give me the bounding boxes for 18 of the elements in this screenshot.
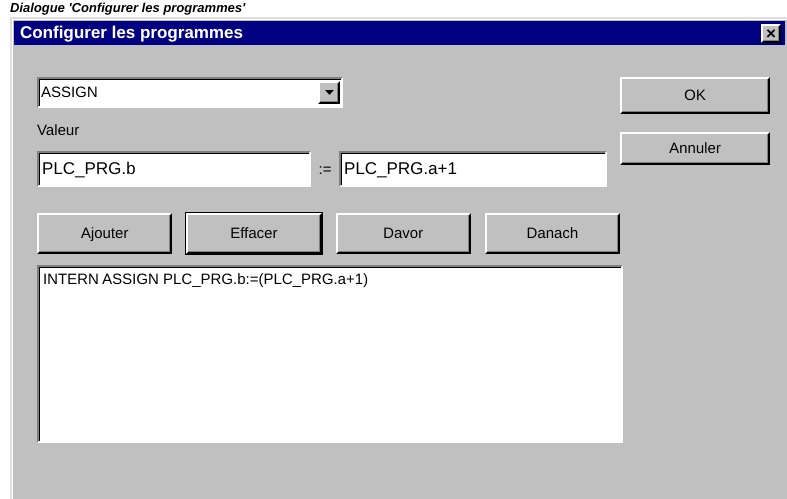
delete-button[interactable]: Effacer	[186, 213, 322, 254]
list-item[interactable]: INTERN ASSIGN PLC_PRG.b:=(PLC_PRG.a+1)	[43, 271, 368, 288]
program-dropdown[interactable]: ASSIGN	[37, 77, 343, 108]
after-button[interactable]: Danach	[484, 213, 620, 254]
before-button[interactable]: Davor	[336, 213, 471, 254]
figure-caption: Dialogue 'Configurer les programmes'	[10, 0, 246, 15]
ok-button[interactable]: OK	[620, 77, 770, 114]
target-field[interactable]: PLC_PRG.b	[37, 151, 311, 187]
caret-icon	[324, 90, 334, 95]
cancel-button[interactable]: Annuler	[620, 132, 770, 165]
close-button[interactable]: ×	[761, 24, 781, 42]
window-title: Configurer les programmes	[20, 23, 243, 43]
add-button[interactable]: Ajouter	[37, 213, 172, 254]
program-list[interactable]: INTERN ASSIGN PLC_PRG.b:=(PLC_PRG.a+1)	[37, 265, 623, 443]
assign-operator: :=	[318, 160, 332, 178]
value-label: Valeur	[37, 122, 80, 139]
dropdown-button[interactable]	[318, 81, 340, 104]
expression-field[interactable]: PLC_PRG.a+1	[339, 151, 607, 187]
